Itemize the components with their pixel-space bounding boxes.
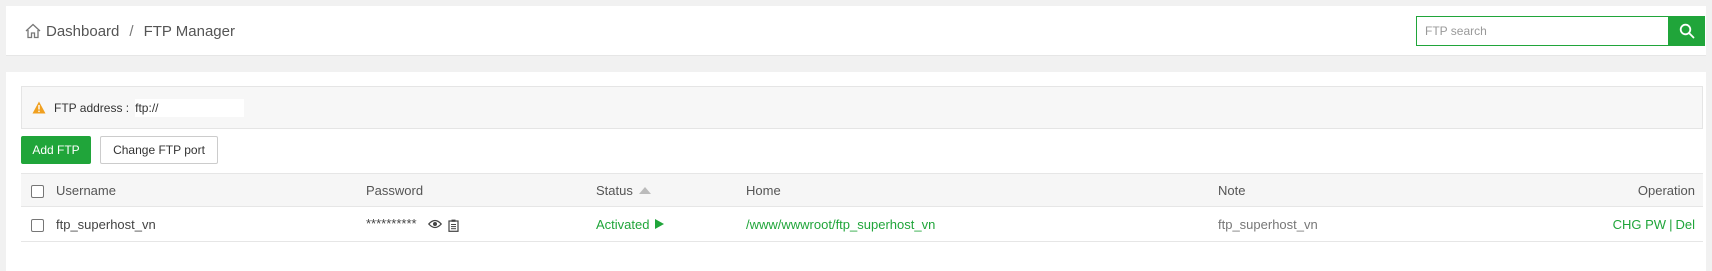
table-row: ftp_superhost_vn ********** Activated /w…	[21, 206, 1703, 242]
column-username: Username	[56, 173, 366, 207]
search-input[interactable]	[1416, 16, 1668, 46]
row-username: ftp_superhost_vn	[56, 206, 366, 242]
column-status-label: Status	[596, 182, 633, 198]
copy-icon[interactable]	[448, 219, 460, 232]
ftp-table: Username Password Status Home Note Opera…	[21, 173, 1703, 242]
row-operations: CHG PW | Del	[1538, 206, 1703, 242]
breadcrumb-home[interactable]: Dashboard	[46, 23, 119, 40]
breadcrumb-separator: /	[129, 22, 134, 40]
home-icon[interactable]	[24, 22, 42, 40]
search-icon	[1679, 23, 1695, 39]
row-password: **********	[366, 216, 417, 232]
column-note: Note	[1218, 173, 1538, 207]
column-password: Password	[366, 173, 596, 207]
ftp-address-value: ftp://	[135, 98, 245, 117]
select-all-checkbox[interactable]	[31, 184, 44, 198]
ftp-address-notice: FTP address : ftp://	[21, 86, 1703, 129]
sort-ascending-icon[interactable]	[638, 186, 651, 194]
breadcrumb: Dashboard / FTP Manager	[24, 6, 235, 56]
row-checkbox[interactable]	[31, 218, 44, 232]
ftp-address-label: FTP address :	[54, 100, 130, 115]
delete-link[interactable]: Del	[1675, 217, 1695, 232]
operation-separator: |	[1669, 216, 1673, 232]
change-ftp-port-button[interactable]: Change FTP port	[100, 136, 218, 164]
top-bar: Dashboard / FTP Manager	[6, 6, 1706, 56]
search-box	[1416, 16, 1705, 46]
warning-icon	[32, 101, 46, 114]
column-home: Home	[746, 173, 1218, 207]
row-status[interactable]: Activated	[596, 217, 649, 232]
row-home-link[interactable]: /www/wwwroot/ftp_superhost_vn	[746, 206, 1218, 242]
search-button[interactable]	[1668, 16, 1705, 46]
breadcrumb-current: FTP Manager	[143, 22, 235, 40]
eye-icon[interactable]	[428, 219, 443, 232]
column-status[interactable]: Status	[596, 173, 746, 207]
table-header-row: Username Password Status Home Note Opera…	[21, 173, 1703, 207]
main-panel: FTP address : ftp:// Add FTP Change FTP …	[6, 72, 1706, 271]
column-operation: Operation	[1538, 173, 1703, 207]
play-icon[interactable]	[655, 218, 665, 229]
change-password-link[interactable]: CHG PW	[1613, 217, 1666, 232]
add-ftp-button[interactable]: Add FTP	[21, 136, 91, 164]
row-note[interactable]: ftp_superhost_vn	[1218, 206, 1538, 242]
